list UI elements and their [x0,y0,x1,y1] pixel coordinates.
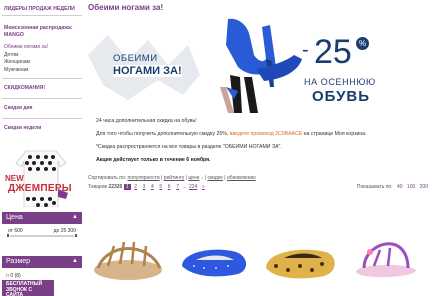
page-4[interactable]: 4 [149,184,156,190]
product-grid [88,222,432,292]
price-filter-label: Цена [6,214,23,221]
promo-code: введите промокод 2С0BAACE [229,131,303,137]
per-page-label: Показывать по: [356,184,393,190]
chevron-up-icon: ▲ [72,258,78,264]
banner-number: 25 [314,33,352,71]
goods-count: 22326 [108,184,123,190]
next-page-icon[interactable]: » [200,184,207,190]
page-title: Обеими ногами за! [88,3,164,12]
product-card-leopard-flat[interactable] [260,222,340,292]
page-2[interactable]: 2 [132,184,139,190]
product-card-kids-sandal[interactable] [346,222,426,292]
pagination: Товаров 22326 1 2 3 4 5 6 7 ... 224 » По… [88,184,432,193]
slider-min-handle[interactable] [6,233,10,238]
page-ellipsis: ... [182,184,187,190]
sidebar-block-mango-sale[interactable]: Межсезонная распродажа: MANGO [0,16,84,38]
sort-bar: Сортировать по: популярности | рейтингу … [88,175,256,181]
sort-price[interactable]: цене [188,175,199,181]
product-card-blue-flat[interactable] [174,222,254,292]
price-range-slider[interactable]: от 600 до 25 300 [2,228,82,239]
size-filter-label: Размер [6,258,31,265]
price-to: до 25 300 [53,228,76,234]
product-card-sandal-1[interactable] [88,222,168,292]
free-call-button[interactable]: БЕСПЛАТНЫЙ ЗВОНОК С САЙТА [2,280,54,296]
sort-popularity[interactable]: популярности [128,175,160,181]
jumpers-promo-banner[interactable]: NEW ДЖЕМПЕРЫ [2,149,82,207]
sort-update[interactable]: обновлению [227,175,256,181]
page-last[interactable]: 224 [188,184,198,190]
page-5[interactable]: 5 [157,184,164,190]
sidebar-category-list: Обеими ногами за! Детям Женщинам Мужчина… [0,38,84,78]
banner-line2: НОГАМИ ЗА! [113,65,182,77]
info-line-1: 24 часа дополнительная скидка на обувь! [96,118,197,124]
size-filter-header[interactable]: Размер ▲ [2,256,82,268]
per-page-100[interactable]: 100 [407,184,415,190]
size-option[interactable]: □ 0 (8) [6,273,21,279]
sidebar-header-bestsellers[interactable]: ЛИДЕРЫ ПРОДАЖ НЕДЕЛИ [0,0,84,15]
main-content: Обеими ногами за! ОБЕИМИ НОГАМИ ЗА! - 25… [88,0,432,296]
sidebar-link-skidkomania[interactable]: СКИДКОМАНИЯ! [0,79,84,98]
banner-minus: - [302,39,309,61]
info-line-2: Для того чтобы получить дополнительную с… [96,131,426,137]
sidebar-item-men[interactable]: Мужчинам [4,67,80,75]
sort-rating[interactable]: рейтингу [164,175,185,181]
info-line-4: Акция действует только в течение 6 ноябр… [96,157,211,163]
info-text: Для того чтобы получить дополнительную с… [96,131,230,137]
percent-icon: % [356,37,369,50]
sidebar-item-both-feet[interactable]: Обеими ногами за! [4,44,80,52]
sort-label: Сортировать по: [88,175,127,181]
banner-artwork [88,15,430,113]
page-6[interactable]: 6 [166,184,173,190]
sidebar-item-kids[interactable]: Детям [4,52,80,60]
info-text: на странице Моя корзина. [302,131,367,137]
per-page-40[interactable]: 40 [397,184,403,190]
sidebar: ЛИДЕРЫ ПРОДАЖ НЕДЕЛИ Межсезонная распрод… [0,0,84,296]
slider-track[interactable] [6,233,78,238]
page-7[interactable]: 7 [174,184,181,190]
promo-jumpers-title: ДЖЕМПЕРЫ [8,183,72,194]
promo-banner[interactable]: ОБЕИМИ НОГАМИ ЗА! - 25 % НА ОСЕННЮЮ ОБУВ… [88,15,430,113]
banner-line3: НА ОСЕННЮЮ [304,77,376,87]
per-page-200[interactable]: 200 [420,184,428,190]
promo-new-label: NEW [5,174,24,183]
slider-max-handle[interactable] [74,233,78,238]
sidebar-item-women[interactable]: Женщинам [4,59,80,67]
banner-line4: ОБУВЬ [312,88,371,105]
sort-discount[interactable]: скидке [207,175,222,181]
banner-line1: ОБЕИМИ [113,53,158,64]
sidebar-link-day-deals[interactable]: Скидки дня [0,99,84,118]
info-line-3: *Скидка распространяется на все товары в… [96,144,282,150]
price-from: от 600 [8,228,23,234]
chevron-up-icon: ▲ [72,214,78,220]
price-filter-header[interactable]: Цена ▲ [2,212,82,224]
promo-info: 24 часа дополнительная скидка на обувь! … [96,118,426,170]
page-3[interactable]: 3 [141,184,148,190]
page-1[interactable]: 1 [123,184,131,190]
goods-label: Товаров [88,184,108,190]
sidebar-link-week-deals[interactable]: Скидки недели [0,119,84,138]
per-page-selector: Показывать по: 40 100 200 [357,184,428,190]
